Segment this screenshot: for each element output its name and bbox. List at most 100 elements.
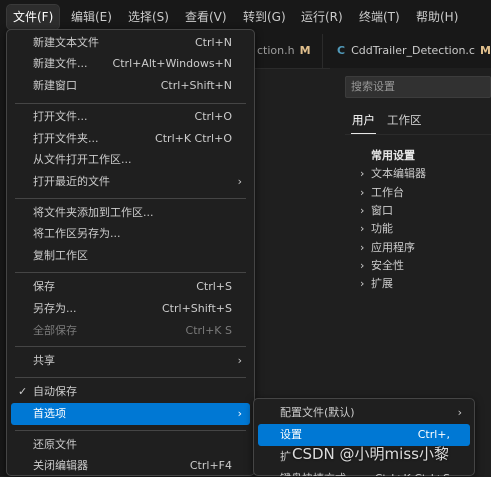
- preferences-submenu: 配置文件(默认) › 设置 Ctrl+, 扩 键盘快捷方式 Ctrl+K Ctr…: [253, 398, 475, 476]
- menu-item-new-text-file[interactable]: 新建文本文件 Ctrl+N: [11, 32, 250, 54]
- chevron-right-icon: ›: [360, 167, 365, 180]
- modified-badge: M: [479, 44, 491, 57]
- chevron-right-icon: ›: [237, 407, 242, 420]
- menu-item-label: 首选项: [33, 407, 66, 420]
- menu-separator: [15, 346, 246, 347]
- menu-item-new-file[interactable]: 新建文件... Ctrl+Alt+Windows+N: [11, 53, 250, 75]
- shortcut-label: Ctrl+K S: [185, 324, 232, 337]
- shortcut-label: Ctrl+F4: [189, 459, 232, 472]
- settings-item-label: 窗口: [371, 204, 393, 217]
- menu-item-label: 共享: [33, 354, 55, 367]
- menu-item-label: 打开最近的文件: [33, 175, 110, 188]
- settings-item-workbench[interactable]: › 工作台: [360, 184, 404, 200]
- chevron-right-icon: ›: [457, 406, 462, 419]
- menu-item-duplicate-workspace[interactable]: 复制工作区: [11, 245, 250, 267]
- menu-item-save-all[interactable]: 全部保存 Ctrl+K S: [11, 320, 250, 342]
- menu-item-open-file[interactable]: 打开文件... Ctrl+O: [11, 106, 250, 128]
- menu-item-save-workspace-as[interactable]: 将工作区另存为...: [11, 223, 250, 245]
- menu-item-auto-save[interactable]: ✓ 自动保存: [11, 381, 250, 403]
- menu-item-save-as[interactable]: 另存为... Ctrl+Shift+S: [11, 298, 250, 320]
- submenu-item-profiles[interactable]: 配置文件(默认) ›: [258, 402, 470, 424]
- settings-item-text-editor[interactable]: › 文本编辑器: [360, 165, 426, 181]
- menu-item-close-editor[interactable]: 关闭编辑器 Ctrl+F4: [11, 455, 250, 477]
- settings-item-label: 安全性: [371, 259, 404, 272]
- settings-item-window[interactable]: › 窗口: [360, 202, 393, 218]
- menu-run[interactable]: 运行(R): [295, 5, 349, 29]
- chevron-right-icon: ›: [360, 186, 365, 199]
- chevron-right-icon: ›: [360, 204, 365, 217]
- chevron-right-icon: ›: [360, 259, 365, 272]
- settings-item-label: 扩展: [371, 277, 393, 290]
- menu-item-label: 将文件夹添加到工作区...: [33, 206, 154, 219]
- tab-workspace[interactable]: 工作区: [387, 112, 422, 128]
- menu-item-label: 新建窗口: [33, 79, 77, 92]
- tab-label: ction.h: [257, 44, 295, 57]
- active-tab-indicator: [351, 133, 376, 134]
- tab-header-file[interactable]: ction.h M: [257, 34, 311, 68]
- checkmark-icon: ✓: [18, 385, 28, 398]
- settings-item-security[interactable]: › 安全性: [360, 257, 404, 273]
- menu-item-label: 新建文件...: [33, 57, 88, 70]
- menu-item-save[interactable]: 保存 Ctrl+S: [11, 276, 250, 298]
- settings-search-input[interactable]: 搜索设置: [345, 76, 491, 98]
- menu-item-add-folder-to-workspace[interactable]: 将文件夹添加到工作区...: [11, 202, 250, 224]
- settings-item-label: 工作台: [371, 186, 404, 199]
- menu-goto[interactable]: 转到(G): [237, 5, 292, 29]
- settings-item-label: 文本编辑器: [371, 167, 426, 180]
- menu-item-label: 还原文件: [33, 438, 77, 451]
- menu-item-label: 自动保存: [33, 385, 77, 398]
- tab-divider: [322, 34, 323, 68]
- menu-item-label: 将工作区另存为...: [33, 227, 121, 240]
- menu-item-label: 新建文本文件: [33, 36, 99, 49]
- menu-item-label: 从文件打开工作区...: [33, 153, 132, 166]
- menu-item-preferences[interactable]: 首选项 ›: [11, 403, 250, 425]
- chevron-right-icon: ›: [237, 354, 242, 367]
- tab-user[interactable]: 用户: [352, 112, 375, 128]
- menu-item-new-window[interactable]: 新建窗口 Ctrl+Shift+N: [11, 75, 250, 97]
- settings-item-extensions[interactable]: › 扩展: [360, 275, 393, 291]
- menu-item-label: 键盘快捷方式: [280, 468, 346, 476]
- settings-group-title: 常用设置: [371, 149, 415, 162]
- menu-selection[interactable]: 选择(S): [122, 5, 175, 29]
- c-file-icon: C: [337, 44, 346, 57]
- chevron-right-icon: ›: [360, 277, 365, 290]
- menu-item-open-workspace[interactable]: 从文件打开工作区...: [11, 149, 250, 171]
- menu-item-label: 保存: [33, 280, 55, 293]
- menu-separator: [15, 103, 246, 104]
- menu-item-share[interactable]: 共享 ›: [11, 350, 250, 372]
- chevron-right-icon: ›: [237, 175, 242, 188]
- file-menu: 新建文本文件 Ctrl+N 新建文件... Ctrl+Alt+Windows+N…: [6, 29, 255, 476]
- settings-item-features[interactable]: › 功能: [360, 220, 393, 236]
- chevron-right-icon: ›: [360, 241, 365, 254]
- menu-item-open-recent[interactable]: 打开最近的文件 ›: [11, 171, 250, 193]
- tab-label: CddTrailer_Detection.c: [351, 44, 475, 57]
- menu-item-revert-file[interactable]: 还原文件: [11, 434, 250, 456]
- shortcut-label: Ctrl+Shift+N: [160, 79, 232, 92]
- menu-view[interactable]: 查看(V): [179, 5, 233, 29]
- settings-item-label: 功能: [371, 222, 393, 235]
- chevron-right-icon: ›: [360, 222, 365, 235]
- menu-item-open-folder[interactable]: 打开文件夹... Ctrl+K Ctrl+O: [11, 128, 250, 150]
- shortcut-label: Ctrl+K Ctrl+S: [375, 468, 450, 476]
- menu-terminal[interactable]: 终端(T): [353, 5, 406, 29]
- menu-file[interactable]: 文件(F): [5, 4, 61, 30]
- shortcut-label: Ctrl+Alt+Windows+N: [112, 57, 232, 70]
- menu-item-label: 扩: [280, 450, 291, 463]
- menu-item-label: 打开文件...: [33, 110, 88, 123]
- menu-item-label: 配置文件(默认): [280, 406, 355, 419]
- menu-separator: [15, 430, 246, 431]
- menu-separator: [15, 198, 246, 199]
- menu-item-label: 全部保存: [33, 324, 77, 337]
- shortcut-label: Ctrl+S: [196, 280, 232, 293]
- shortcut-label: Ctrl+O: [194, 110, 232, 123]
- tab-c-file[interactable]: C CddTrailer_Detection.c M: [337, 34, 491, 68]
- menu-item-label: 复制工作区: [33, 249, 88, 262]
- tab-divider-line: [345, 134, 491, 135]
- settings-item-label: 应用程序: [371, 241, 415, 254]
- menu-edit[interactable]: 编辑(E): [65, 5, 118, 29]
- menu-help[interactable]: 帮助(H): [410, 5, 464, 29]
- settings-item-application[interactable]: › 应用程序: [360, 239, 415, 255]
- menu-item-label: 另存为...: [33, 302, 77, 315]
- submenu-item-keyboard-shortcuts[interactable]: 键盘快捷方式 Ctrl+K Ctrl+S: [258, 468, 470, 476]
- editor-tabs: ction.h M C CddTrailer_Detection.c M: [255, 34, 491, 69]
